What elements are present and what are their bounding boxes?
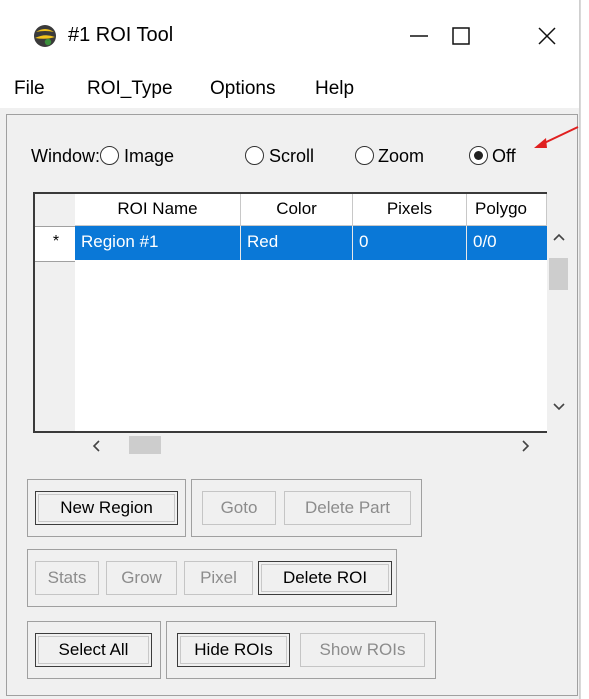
- stats-button[interactable]: Stats: [35, 561, 99, 595]
- grow-button[interactable]: Grow: [106, 561, 177, 595]
- radio-scroll-label[interactable]: Scroll: [269, 146, 314, 167]
- column-header-color[interactable]: Color: [241, 194, 353, 226]
- idl-globe-icon: [34, 25, 56, 47]
- annotation-arrow-icon: [534, 126, 579, 148]
- horizontal-scroll-thumb[interactable]: [129, 436, 161, 454]
- table-cell-polygon[interactable]: 0/0: [467, 226, 547, 260]
- radio-off-label[interactable]: Off: [492, 146, 516, 167]
- column-header-polygon[interactable]: Polygo: [467, 194, 547, 226]
- table-cell-color[interactable]: Red: [241, 226, 353, 260]
- column-header-pixels[interactable]: Pixels: [353, 194, 467, 226]
- select-all-button[interactable]: Select All: [35, 633, 152, 667]
- window-title: #1 ROI Tool: [68, 24, 174, 46]
- part-button-group: Goto Delete Part: [191, 479, 422, 537]
- row-header-column: *: [33, 192, 79, 433]
- vertical-scroll-thumb[interactable]: [549, 258, 568, 290]
- maximize-icon: [452, 27, 470, 45]
- scroll-up-icon[interactable]: [552, 232, 566, 242]
- window-selector: Window: Image Scroll Zoom Off: [31, 143, 551, 171]
- minimize-button[interactable]: [396, 14, 442, 58]
- roi-action-group: Stats Grow Pixel Delete ROI: [27, 549, 397, 607]
- delete-part-button[interactable]: Delete Part: [284, 491, 411, 525]
- column-header-roi-name[interactable]: ROI Name: [75, 194, 241, 226]
- select-group: Select All: [27, 621, 161, 679]
- hide-rois-button[interactable]: Hide ROIs: [177, 633, 290, 667]
- scroll-left-icon[interactable]: [91, 439, 101, 453]
- menu-help[interactable]: Help: [315, 78, 354, 100]
- pixel-button[interactable]: Pixel: [184, 561, 253, 595]
- goto-button[interactable]: Goto: [202, 491, 276, 525]
- menu-options[interactable]: Options: [210, 78, 275, 100]
- horizontal-scrollbar[interactable]: [75, 433, 547, 457]
- row-header[interactable]: *: [35, 227, 77, 262]
- radio-scroll[interactable]: [245, 146, 264, 165]
- show-rois-button[interactable]: Show ROIs: [300, 633, 425, 667]
- vertical-scrollbar[interactable]: [547, 192, 570, 433]
- radio-image-label[interactable]: Image: [124, 146, 174, 167]
- roi-table: * ROI Name Color Pixels Polygo Region #1…: [27, 192, 570, 457]
- radio-zoom-label[interactable]: Zoom: [378, 146, 424, 167]
- corner-header: [35, 194, 77, 227]
- table-body: ROI Name Color Pixels Polygo Region #1 R…: [75, 192, 547, 433]
- region-button-group: New Region: [27, 479, 186, 537]
- delete-roi-button[interactable]: Delete ROI: [258, 561, 392, 595]
- title-bar[interactable]: #1 ROI Tool: [0, 0, 579, 72]
- radio-zoom[interactable]: [355, 146, 374, 165]
- scroll-right-icon[interactable]: [521, 439, 531, 453]
- visibility-group: Hide ROIs Show ROIs: [166, 621, 436, 679]
- table-cell-pixels[interactable]: 0: [353, 226, 467, 260]
- roi-panel: Window: Image Scroll Zoom Off * ROI Name…: [6, 114, 578, 696]
- roi-tool-window: #1 ROI Tool File ROI_Type Options Help W…: [0, 0, 580, 699]
- close-icon: [538, 27, 556, 45]
- close-button[interactable]: [524, 14, 570, 58]
- window-label: Window:: [31, 146, 101, 166]
- menu-file[interactable]: File: [14, 78, 45, 100]
- scroll-down-icon[interactable]: [552, 402, 566, 412]
- maximize-button[interactable]: [438, 14, 484, 58]
- menu-bar: File ROI_Type Options Help: [0, 72, 579, 108]
- new-region-button[interactable]: New Region: [35, 491, 178, 525]
- table-cell-roi-name[interactable]: Region #1: [75, 226, 241, 260]
- minimize-icon: [410, 35, 428, 37]
- menu-roi-type[interactable]: ROI_Type: [87, 78, 173, 100]
- radio-image[interactable]: [100, 146, 119, 165]
- radio-off[interactable]: [469, 146, 488, 165]
- background-strip: [580, 0, 589, 699]
